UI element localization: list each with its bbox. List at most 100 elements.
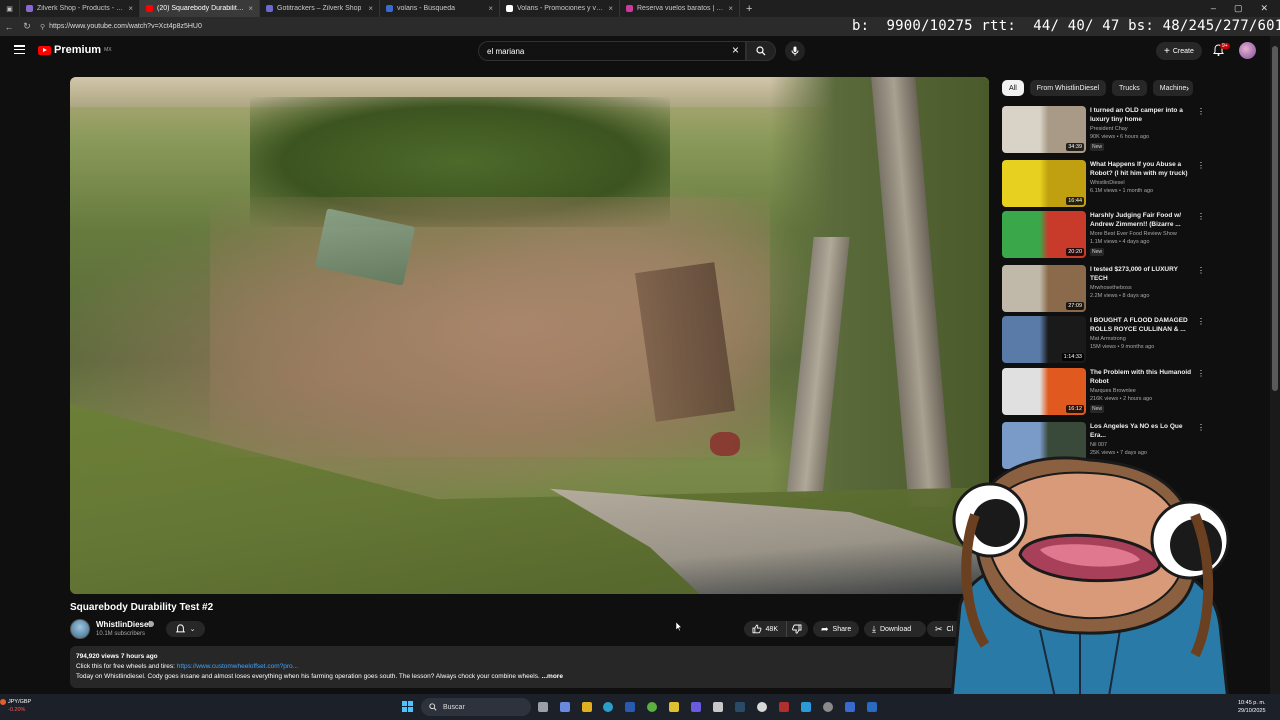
page-scrollbar[interactable] [1270, 36, 1280, 694]
currency-ticker-widget[interactable]: JPY/GBP -0.20% [8, 698, 31, 714]
more-actions-icon[interactable]: ⋮ [1197, 370, 1205, 378]
chevron-right-icon[interactable]: › [1186, 83, 1189, 93]
create-button[interactable]: + Create [1156, 42, 1202, 60]
recommended-video-title[interactable]: I tested $273,000 of LUXURY TECH [1090, 265, 1196, 283]
filter-chip[interactable]: From WhistlinDiesel [1029, 80, 1107, 96]
recommended-video[interactable]: 34:39 I turned an OLD camper into a luxur… [1002, 106, 1205, 156]
url-field[interactable]: ⚲ https://www.youtube.com/watch?v=Xct4p8… [40, 23, 202, 31]
system-clock[interactable]: 10:45 p. m. 29/10/2025 [1238, 699, 1266, 715]
video-thumbnail[interactable]: 27:09 [1002, 265, 1086, 312]
minimize-icon[interactable]: – [1211, 3, 1216, 14]
show-more-link[interactable]: ...more [542, 673, 563, 680]
windows-start-icon[interactable] [402, 701, 413, 712]
close-tab-icon[interactable]: × [608, 4, 613, 13]
obs-icon[interactable] [779, 702, 789, 712]
notes-icon[interactable] [669, 702, 679, 712]
close-tab-icon[interactable]: × [728, 4, 733, 13]
clear-search-icon[interactable]: × [732, 44, 739, 56]
tab-label: (20) Squarebody Durability Test [157, 5, 244, 12]
close-tab-icon[interactable]: × [128, 4, 133, 13]
filter-chip[interactable]: All [1002, 80, 1024, 96]
chrome-icon[interactable] [757, 702, 767, 712]
more-actions-icon[interactable]: ⋮ [1197, 318, 1205, 326]
task-view-icon[interactable] [538, 702, 548, 712]
recommended-channel-name[interactable]: Mat Armstrong [1090, 336, 1126, 342]
recommended-video-title[interactable]: Harshly Judging Fair Food w/ Andrew Zimm… [1090, 211, 1196, 229]
app-icon[interactable] [867, 702, 877, 712]
video-description[interactable]: 794,920 views 7 hours ago Click this for… [70, 646, 965, 688]
app-icon[interactable] [845, 702, 855, 712]
account-avatar[interactable] [1239, 42, 1256, 59]
reload-icon[interactable]: ↻ [18, 21, 36, 32]
youtube-logo[interactable]: Premium MX [38, 44, 112, 56]
recommended-channel-name[interactable]: Marques Brownlee [1090, 388, 1136, 394]
browser-tab[interactable]: (20) Squarebody Durability Test × [140, 0, 260, 17]
video-player[interactable] [70, 77, 989, 594]
recommended-video-title[interactable]: Los Angeles Ya NO es Lo Que Era... [1090, 422, 1196, 440]
video-thumbnail[interactable]: 20:20 [1002, 211, 1086, 258]
download-button[interactable]: ⤓ Download [864, 621, 926, 637]
app-icon[interactable] [801, 702, 811, 712]
description-link[interactable]: https://www.customwheeloffset.com?pro... [177, 663, 298, 670]
more-actions-icon[interactable]: ⋮ [1197, 213, 1205, 221]
drive-icon[interactable] [713, 702, 723, 712]
browser-tab[interactable]: Volaris - Promociones y vuelos m... × [500, 0, 620, 17]
scrollbar-thumb[interactable] [1272, 46, 1278, 391]
close-tab-icon[interactable]: × [368, 4, 373, 13]
recommended-video[interactable]: 16:12 The Problem with this Humanoid Robo… [1002, 368, 1205, 418]
more-actions-icon[interactable]: ⋮ [1197, 162, 1205, 170]
search-button[interactable] [746, 41, 776, 61]
recommended-channel-name[interactable]: More Best Ever Food Review Show [1090, 231, 1177, 237]
channel-avatar[interactable] [70, 619, 90, 639]
app-icon[interactable] [647, 702, 657, 712]
recommended-channel-name[interactable]: Mrwhosetheboss [1090, 285, 1132, 291]
browser-tab[interactable]: Gotitrackers – Zilverk Shop × [260, 0, 380, 17]
taskbar-search-box[interactable]: Buscar [421, 698, 531, 716]
file-explorer-icon[interactable] [582, 702, 592, 712]
channel-name[interactable]: WhistlinDiesel [96, 620, 151, 629]
settings-gear-icon[interactable] [823, 702, 833, 712]
more-actions-icon[interactable]: ⋮ [1197, 108, 1205, 116]
steam-icon[interactable] [735, 702, 745, 712]
new-tab-button[interactable]: + [740, 3, 758, 15]
recommended-video-title[interactable]: The Problem with this Humanoid Robot [1090, 368, 1196, 386]
close-tab-icon[interactable]: × [488, 4, 493, 13]
word-icon[interactable] [625, 702, 635, 712]
more-actions-icon[interactable]: ⋮ [1197, 267, 1205, 275]
video-thumbnail[interactable]: 16:12 [1002, 368, 1086, 415]
video-thumbnail[interactable]: 1:14:33 [1002, 316, 1086, 363]
copilot-icon[interactable] [560, 702, 570, 712]
recommended-video[interactable]: 1:14:33 I BOUGHT A FLOOD DAMAGED ROLLS RO… [1002, 316, 1205, 366]
recommended-channel-name[interactable]: WhistlinDiesel [1090, 180, 1125, 186]
site-info-icon[interactable]: ⚲ [40, 23, 45, 31]
recommended-channel-name[interactable]: Nil 007 [1090, 442, 1107, 448]
dislike-button[interactable] [786, 621, 808, 637]
more-actions-icon[interactable]: ⋮ [1197, 424, 1205, 432]
browser-tab[interactable]: Zilverk Shop - Products - Gotitra... × [20, 0, 140, 17]
like-button[interactable]: 48K [744, 621, 786, 637]
recommended-video[interactable]: 20:20 Harshly Judging Fair Food w/ Andrew… [1002, 211, 1205, 261]
hamburger-menu-icon[interactable] [14, 45, 25, 54]
voice-search-button[interactable] [785, 41, 805, 61]
recommended-channel-name[interactable]: President Chay [1090, 126, 1128, 132]
restore-icon[interactable]: ▢ [1234, 3, 1243, 14]
subscription-notifications-button[interactable]: ⌄ [166, 621, 205, 637]
discord-icon[interactable] [691, 702, 701, 712]
share-button[interactable]: ➦ Share [813, 621, 859, 637]
filter-chip[interactable]: Trucks [1112, 80, 1147, 96]
back-icon[interactable]: ← [0, 22, 18, 32]
recommended-video-title[interactable]: I BOUGHT A FLOOD DAMAGED ROLLS ROYCE CUL… [1090, 316, 1196, 334]
browser-tab[interactable]: Reserva vuelos baratos | Volaris× [620, 0, 740, 17]
tab-actions-icon[interactable]: ▣ [0, 0, 20, 17]
search-input[interactable]: el mariana [478, 41, 746, 61]
recommended-video-title[interactable]: What Happens If you Abuse a Robot? (I hi… [1090, 160, 1196, 178]
recommended-video-title[interactable]: I turned an OLD camper into a luxury tin… [1090, 106, 1196, 124]
edge-icon[interactable] [603, 702, 613, 712]
browser-tab[interactable]: volaris - Búsqueda × [380, 0, 500, 17]
recommended-video[interactable]: 27:09 I tested $273,000 of LUXURY TECH Mrw… [1002, 265, 1205, 315]
close-tab-icon[interactable]: × [248, 4, 253, 13]
recommended-video[interactable]: 16:44 What Happens If you Abuse a Robot? … [1002, 160, 1205, 210]
video-thumbnail[interactable]: 16:44 [1002, 160, 1086, 207]
close-window-icon[interactable]: ✕ [1260, 3, 1268, 14]
video-thumbnail[interactable]: 34:39 [1002, 106, 1086, 153]
